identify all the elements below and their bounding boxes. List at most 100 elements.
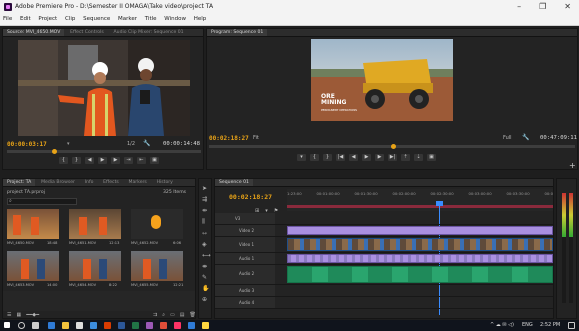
overwrite-button[interactable]: ⇤ [137,157,146,164]
store-icon[interactable] [76,322,83,329]
insert-button[interactable]: ⇥ [124,157,133,164]
source-playhead[interactable] [52,149,57,154]
tab-program[interactable]: Program: Sequence 01 [207,29,268,36]
task-view-icon[interactable] [32,322,39,329]
project-thumb[interactable] [7,251,59,281]
excel-icon[interactable] [132,322,139,329]
menu-edit[interactable]: Edit [17,14,34,22]
rolling-edit-tool-icon[interactable]: ⫼ [202,218,211,226]
program-step-forward-icon[interactable]: ▶ [375,154,384,161]
menu-help[interactable]: Help [191,14,210,22]
project-search-input[interactable] [7,198,77,205]
project-thumb[interactable] [69,251,121,281]
program-mark-in-button[interactable]: { [310,154,319,161]
tab-source[interactable]: Source: MVI_4650.MOV [3,29,65,36]
tab-info[interactable]: Info [81,179,98,186]
minimize-button[interactable]: – [517,2,521,11]
new-bin-icon[interactable]: ▭ [170,312,175,318]
new-item-icon[interactable]: ▤ [180,312,185,318]
mail-icon[interactable] [90,322,97,329]
extract-button[interactable]: ⇣ [414,154,423,161]
program-timecode-current[interactable]: 00:02:18:27 [209,135,249,142]
selection-tool-icon[interactable]: ➤ [202,185,211,192]
video-2-clips[interactable] [287,226,553,235]
tab-history[interactable]: History [153,179,177,186]
powerpoint-icon[interactable] [104,322,111,329]
file-explorer-icon[interactable] [62,322,69,329]
list-view-icon[interactable]: ☰ [7,312,11,318]
search-taskbar-icon[interactable] [18,322,25,329]
program-zoom-dropdown[interactable]: Fit [253,135,259,141]
menu-sequence[interactable]: Sequence [80,14,113,22]
project-thumb[interactable] [7,209,59,239]
project-thumb[interactable] [69,209,121,239]
timeline-ruler[interactable]: 1:23:00 00:01:00:00 00:01:30:00 00:02:00… [287,189,553,211]
slide-tool-icon[interactable]: ⇼ [202,263,211,270]
step-forward-icon[interactable]: ▶ [111,157,120,164]
timeline-timecode[interactable]: 00:02:18:27 [229,193,272,201]
notes-icon[interactable] [202,322,209,329]
tab-media-browser[interactable]: Media Browser [37,179,79,186]
tab-sequence-01[interactable]: Sequence 01 [215,179,253,186]
hand-tool-icon[interactable]: ✋ [202,285,211,292]
pen-tool-icon[interactable]: ✎ [202,274,211,281]
timeline-playhead-handle[interactable] [436,201,443,206]
zoom-slider[interactable]: ━━◆━ [26,312,39,318]
chrome-icon[interactable] [160,322,167,329]
menu-window[interactable]: Window [161,14,189,22]
lift-button[interactable]: ⇡ [401,154,410,161]
maximize-button[interactable]: ❐ [539,2,546,11]
go-to-out-icon[interactable]: ▶| [388,154,397,161]
add-button-icon[interactable]: + [569,161,576,170]
program-wrench-icon[interactable]: 🔧 [522,134,529,141]
language-indicator[interactable]: ENG [522,322,533,328]
source-timecode-current[interactable]: 00:00:03:17 [7,141,47,148]
source-resolution-dropdown[interactable]: 1/2 [127,141,135,147]
tab-audio-clip-mixer[interactable]: Audio Clip Mixer: Sequence 01 [110,29,188,36]
mark-in-button[interactable]: { [59,157,68,164]
ripple-edit-tool-icon[interactable]: ⇹ [202,207,211,214]
rate-stretch-tool-icon[interactable]: ⇿ [202,230,211,237]
taskbar-clock[interactable]: 2:52 PM [540,322,560,328]
audio-2-clips[interactable] [287,266,553,283]
video-1-clips[interactable] [287,238,553,251]
edge-icon[interactable] [48,322,55,329]
razor-tool-icon[interactable]: ◈ [202,241,211,248]
tab-effects[interactable]: Effects [99,179,123,186]
tab-markers[interactable]: Markers [125,179,151,186]
menu-clip[interactable]: Clip [62,14,78,22]
media-icon[interactable] [174,322,181,329]
delete-icon[interactable]: 🗑 [189,312,195,318]
program-export-frame-icon[interactable]: ▣ [427,154,436,161]
project-thumb[interactable] [131,251,183,281]
word-icon[interactable] [118,322,125,329]
mark-out-button[interactable]: } [72,157,81,164]
notifications-icon[interactable] [568,322,575,329]
menu-title[interactable]: Title [142,14,160,22]
source-scrub-bar[interactable] [7,150,201,153]
work-area-bar[interactable] [287,205,553,208]
go-to-in-icon[interactable]: |◀ [336,154,345,161]
close-button[interactable]: ✕ [564,2,571,11]
project-thumb[interactable] [131,209,183,239]
automate-to-sequence-icon[interactable]: ⇉ [153,312,157,318]
premiere-taskbar-icon[interactable] [146,322,153,329]
wrench-icon[interactable]: 🔧 [143,140,150,147]
windows-start-icon[interactable] [4,322,10,328]
system-tray-icons[interactable]: ^ ☁ ✉ ◁) [490,322,514,328]
track-select-tool-icon[interactable]: ⇶ [202,196,211,203]
tab-project[interactable]: Project: TA [3,179,36,186]
menu-marker[interactable]: Marker [115,14,140,22]
program-resolution-dropdown[interactable]: Full [503,135,512,141]
program-step-back-icon[interactable]: ◀ [349,154,358,161]
tab-effect-controls[interactable]: Effect Controls [66,29,108,36]
program-mark-out-button[interactable]: } [323,154,332,161]
slip-tool-icon[interactable]: ⟷ [202,252,211,259]
photos-icon[interactable] [188,322,195,329]
find-icon[interactable]: ⌕ [162,312,165,318]
icon-view-icon[interactable]: ▦ [16,312,21,318]
menu-file[interactable]: File [0,14,15,22]
export-frame-icon[interactable]: ▣ [150,157,159,164]
audio-1-clips[interactable] [287,254,553,263]
zoom-tool-icon[interactable]: ⊕ [202,296,211,303]
